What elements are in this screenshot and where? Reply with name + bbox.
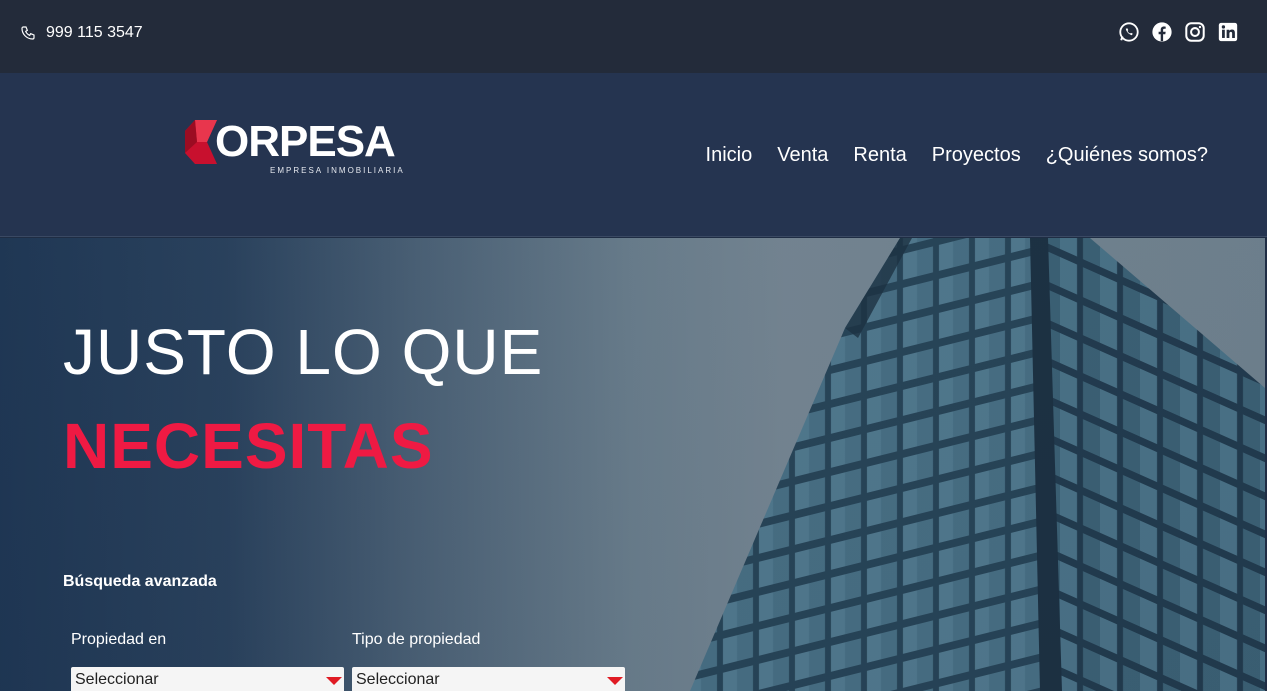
nav-item-proyectos[interactable]: Proyectos	[932, 144, 1021, 167]
caret-down-icon	[326, 677, 342, 685]
nav-item-inicio[interactable]: Inicio	[706, 144, 753, 167]
facebook-icon[interactable]	[1151, 21, 1173, 43]
field-label: Propiedad en	[71, 631, 167, 648]
logo-tagline: EMPRESA INMOBILIARIA	[270, 166, 405, 175]
select-value: Seleccionar	[75, 671, 159, 688]
main-nav: Inicio Venta Renta Proyectos ¿Quiénes so…	[706, 144, 1208, 167]
social-links	[1118, 21, 1239, 43]
brand-logo[interactable]: ORPESA EMPRESA INMOBILIARIA	[185, 117, 405, 180]
phone-contact[interactable]: 999 115 3547	[20, 24, 143, 42]
hero-heading-line1: JUSTO LO QUE	[63, 316, 544, 388]
hero-section: JUSTO LO QUE NECESITAS Búsqueda avanzada…	[0, 238, 1265, 691]
linkedin-icon[interactable]	[1217, 21, 1239, 43]
nav-item-quienes-somos[interactable]: ¿Quiénes somos?	[1046, 144, 1208, 167]
instagram-icon[interactable]	[1184, 21, 1206, 43]
tipo-propiedad-select[interactable]: Seleccionar	[352, 667, 625, 691]
select-value: Seleccionar	[356, 671, 440, 688]
phone-number[interactable]: 999 115 3547	[46, 24, 143, 42]
caret-down-icon	[607, 677, 623, 685]
main-header: ORPESA EMPRESA INMOBILIARIA Inicio Venta…	[0, 73, 1267, 237]
propiedad-en-select[interactable]: Seleccionar	[71, 667, 344, 691]
search-field-tipo-propiedad: Tipo de propiedad Seleccionar	[352, 631, 625, 691]
whatsapp-icon[interactable]	[1118, 21, 1140, 43]
nav-item-renta[interactable]: Renta	[853, 144, 906, 167]
phone-icon	[21, 26, 35, 40]
logo-wordmark: ORPESA	[215, 117, 396, 166]
top-bar: 999 115 3547	[0, 0, 1267, 73]
nav-item-venta[interactable]: Venta	[777, 144, 828, 167]
hero-heading-line2: NECESITAS	[63, 410, 434, 482]
advanced-search-title: Búsqueda avanzada	[63, 573, 217, 590]
search-field-propiedad-en: Propiedad en Seleccionar	[71, 631, 344, 691]
field-label: Tipo de propiedad	[352, 631, 481, 648]
